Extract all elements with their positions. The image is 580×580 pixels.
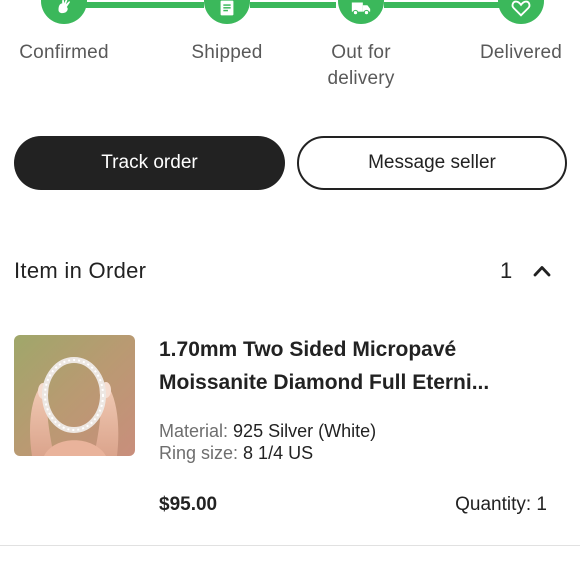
step-label-confirmed: Confirmed <box>19 42 109 63</box>
section-title: Item in Order <box>14 258 147 283</box>
item-quantity: Quantity: 1 <box>455 494 547 515</box>
order-progress-tracker: Confirmed Shipped Out for delivery Deliv… <box>0 0 580 100</box>
step-delivered <box>498 0 544 24</box>
attribute-ring-size: Ring size: 8 1/4 US <box>159 442 376 464</box>
track-order-button[interactable]: Track order <box>14 136 285 190</box>
item-in-order-header[interactable]: Item in Order 1 <box>14 256 554 288</box>
step-label-delivered: Delivered <box>479 42 563 63</box>
attribute-key: Material: <box>159 421 229 441</box>
chevron-up-icon[interactable] <box>532 263 552 279</box>
track-order-label: Track order <box>101 152 198 173</box>
heart-icon <box>511 0 531 17</box>
step-shipped <box>204 0 250 24</box>
step-confirmed <box>41 0 87 24</box>
step-out-for-delivery <box>338 0 384 24</box>
item-title-line-2: Moissanite Diamond Full Eterni... <box>159 371 490 394</box>
item-title[interactable]: 1.70mm Two Sided Micropavé Moissanite Di… <box>159 333 559 399</box>
hand-wave-icon <box>58 0 70 14</box>
attribute-key: Ring size: <box>159 443 239 463</box>
divider <box>0 545 580 546</box>
item-count: 1 <box>500 258 513 283</box>
package-icon <box>220 0 234 16</box>
item-attributes: Material: 925 Silver (White) Ring size: … <box>159 420 376 464</box>
item-title-line-1: 1.70mm Two Sided Micropavé <box>159 338 457 361</box>
message-seller-label: Message seller <box>368 152 496 173</box>
step-label-shipped: Shipped <box>191 42 263 63</box>
attribute-value: 925 Silver (White) <box>233 421 377 441</box>
progress-line-3 <box>384 2 500 8</box>
message-seller-button[interactable]: Message seller <box>297 136 567 190</box>
ring-photo-icon <box>14 335 135 456</box>
step-label-out-for-delivery: Out for delivery <box>327 42 395 89</box>
attribute-value: 8 1/4 US <box>243 443 314 463</box>
delivery-truck-icon <box>351 2 371 16</box>
order-details-screen: Confirmed Shipped Out for delivery Deliv… <box>0 0 580 580</box>
item-price: $95.00 <box>159 494 218 515</box>
attribute-material: Material: 925 Silver (White) <box>159 420 376 442</box>
item-thumbnail[interactable] <box>14 335 135 456</box>
progress-line-1 <box>86 2 204 8</box>
progress-line-2 <box>250 2 336 8</box>
